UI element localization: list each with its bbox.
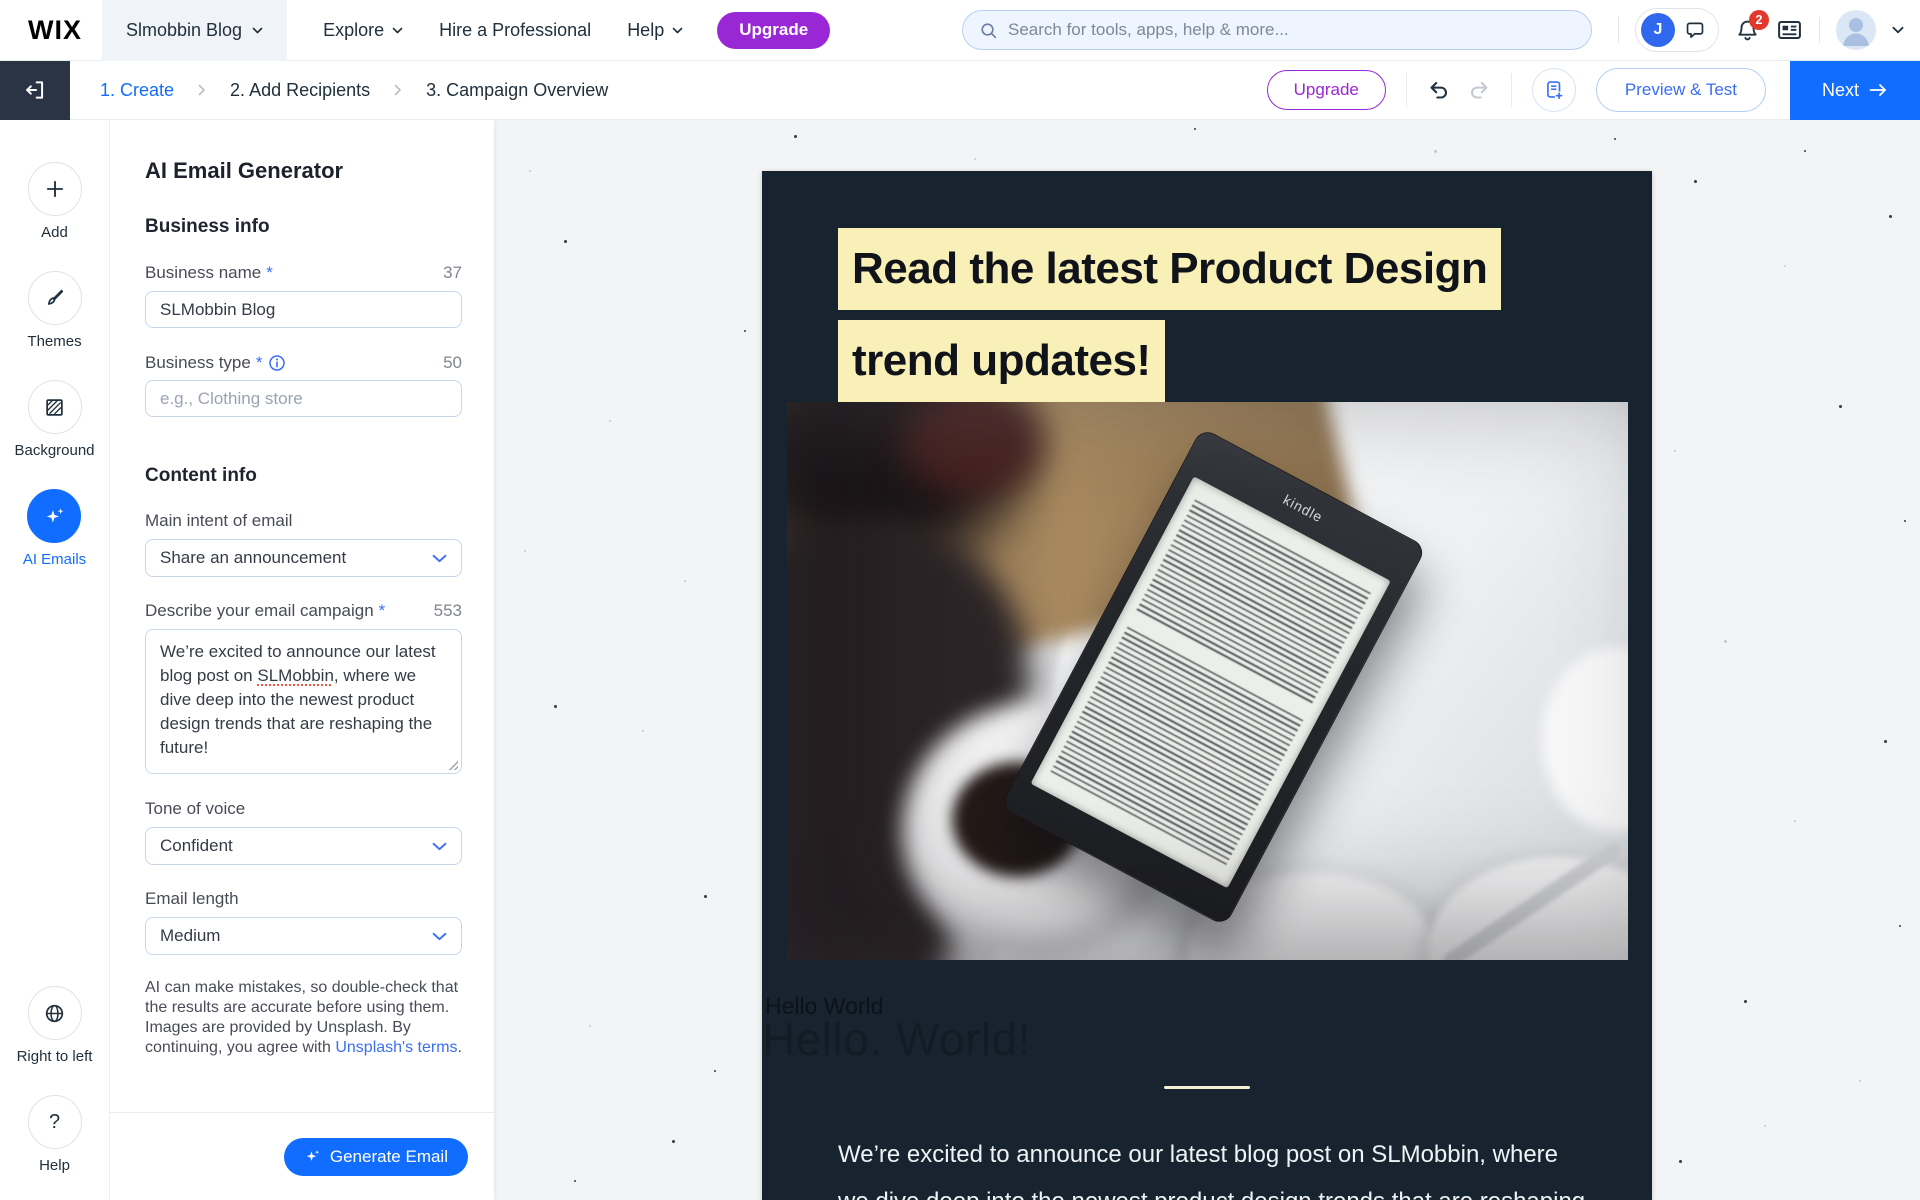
arrow-right-icon bbox=[1869, 83, 1888, 97]
step-create[interactable]: 1. Create bbox=[100, 80, 174, 101]
chevron-down-icon bbox=[672, 27, 683, 34]
panel-footer: Generate Email bbox=[110, 1112, 494, 1200]
notification-badge: 2 bbox=[1749, 10, 1769, 30]
notifications-bell[interactable]: 2 bbox=[1735, 18, 1760, 43]
chevron-down-icon bbox=[252, 27, 263, 34]
email-divider[interactable] bbox=[1164, 1086, 1250, 1089]
paintbrush-icon bbox=[28, 271, 82, 325]
required-asterisk: * bbox=[379, 601, 386, 621]
nav-explore[interactable]: Explore bbox=[323, 20, 403, 41]
nav-help[interactable]: Help bbox=[627, 20, 683, 41]
business-type-label-row: Business type * 50 bbox=[145, 353, 462, 373]
inbox-pill[interactable]: J bbox=[1635, 8, 1719, 52]
chevron-right-icon bbox=[394, 84, 402, 96]
tone-label: Tone of voice bbox=[145, 799, 462, 819]
site-name-menu[interactable]: Slmobbin Blog bbox=[102, 0, 287, 61]
business-name-input[interactable] bbox=[145, 291, 462, 328]
news-icon[interactable] bbox=[1776, 18, 1803, 42]
rail-item-ai-emails[interactable]: AI Emails bbox=[23, 489, 86, 568]
upgrade-button-toolbar[interactable]: Upgrade bbox=[1267, 70, 1386, 110]
tone-of-voice-select[interactable]: Confident bbox=[145, 827, 462, 865]
search-input[interactable] bbox=[1008, 20, 1575, 40]
char-counter: 37 bbox=[443, 263, 462, 283]
email-title-line[interactable]: trend updates! bbox=[838, 320, 1165, 402]
breadcrumb: 1. Create 2. Add Recipients 3. Campaign … bbox=[100, 80, 608, 101]
plus-icon bbox=[28, 162, 82, 216]
business-info-heading: Business info bbox=[145, 216, 462, 238]
globe-icon bbox=[28, 986, 82, 1040]
divider bbox=[1819, 17, 1820, 43]
editor-left-rail: Add Themes Background AI Emails Right t bbox=[0, 120, 110, 1200]
rail-item-background[interactable]: Background bbox=[14, 380, 94, 459]
char-counter: 553 bbox=[434, 601, 462, 621]
chevron-down-icon bbox=[432, 842, 447, 851]
sparkle-icon bbox=[304, 1148, 321, 1165]
chevron-down-icon[interactable] bbox=[1892, 26, 1904, 34]
divider bbox=[1406, 73, 1407, 107]
nav-hire-a-professional[interactable]: Hire a Professional bbox=[439, 20, 591, 41]
step-campaign-overview[interactable]: 3. Campaign Overview bbox=[426, 80, 608, 101]
info-icon[interactable] bbox=[268, 354, 286, 372]
global-search[interactable] bbox=[962, 10, 1592, 50]
email-length-label: Email length bbox=[145, 889, 462, 909]
wix-logo[interactable]: WIX bbox=[28, 15, 82, 46]
email-length-select[interactable]: Medium bbox=[145, 917, 462, 955]
account-avatar[interactable] bbox=[1836, 10, 1876, 50]
rail-item-right-to-left[interactable]: Right to left bbox=[17, 986, 93, 1065]
chevron-right-icon bbox=[198, 84, 206, 96]
rail-item-help[interactable]: ? Help bbox=[28, 1095, 82, 1174]
chevron-down-icon bbox=[392, 27, 403, 34]
chevron-down-icon bbox=[432, 932, 447, 941]
preview-test-button[interactable]: Preview & Test bbox=[1596, 68, 1766, 112]
describe-label-row: Describe your email campaign * 553 bbox=[145, 601, 462, 621]
unsplash-terms-link[interactable]: Unsplash's terms bbox=[335, 1039, 457, 1056]
divider bbox=[1511, 73, 1512, 107]
upgrade-button-topbar[interactable]: Upgrade bbox=[717, 12, 830, 49]
char-counter: 50 bbox=[443, 353, 462, 373]
rail-item-add[interactable]: Add bbox=[28, 162, 82, 241]
topbar-right-icons: J 2 bbox=[1618, 8, 1904, 52]
background-pattern-icon bbox=[28, 380, 82, 434]
editor-toolbar: 1. Create 2. Add Recipients 3. Campaign … bbox=[0, 61, 1920, 120]
main-intent-label: Main intent of email bbox=[145, 511, 462, 531]
exit-editor-button[interactable] bbox=[0, 61, 70, 120]
avatar: J bbox=[1641, 13, 1675, 47]
email-title-line[interactable]: Read the latest Product Design bbox=[838, 228, 1501, 310]
editor-stage: Read the latest Product Design trend upd… bbox=[494, 120, 1920, 1200]
ai-email-generator-panel: AI Email Generator Business info Busines… bbox=[110, 120, 494, 1200]
divider bbox=[1618, 17, 1619, 43]
redo-icon[interactable] bbox=[1468, 79, 1491, 102]
ai-disclaimer: AI can make mistakes, so double-check th… bbox=[145, 978, 462, 1058]
email-body-text[interactable]: We’re excited to announce our latest blo… bbox=[838, 1131, 1586, 1200]
business-type-input[interactable] bbox=[145, 380, 462, 417]
search-icon bbox=[979, 21, 998, 40]
chevron-down-icon bbox=[432, 554, 447, 563]
main-intent-select[interactable]: Share an announcement bbox=[145, 539, 462, 577]
describe-campaign-textarea[interactable]: We’re excited to announce our latest blo… bbox=[145, 629, 462, 774]
chat-icon bbox=[1684, 20, 1706, 40]
photo-vignette bbox=[787, 402, 1628, 960]
top-navbar: WIX Slmobbin Blog Explore Hire a Profess… bbox=[0, 0, 1920, 61]
required-asterisk: * bbox=[256, 353, 263, 373]
undo-icon[interactable] bbox=[1427, 79, 1450, 102]
step-add-recipients[interactable]: 2. Add Recipients bbox=[230, 80, 370, 101]
misspelled-word: SLMobbin bbox=[257, 666, 334, 685]
site-name-label: Slmobbin Blog bbox=[126, 20, 242, 41]
ai-sparkles-icon bbox=[27, 489, 81, 543]
content-info-heading: Content info bbox=[145, 465, 462, 487]
toolbar-actions: Upgrade Preview & Test Next bbox=[1267, 61, 1920, 119]
email-canvas[interactable]: Read the latest Product Design trend upd… bbox=[762, 171, 1652, 1200]
email-image-kindle[interactable]: kindle bbox=[787, 402, 1628, 960]
email-title-block[interactable]: Read the latest Product Design trend upd… bbox=[838, 228, 1501, 412]
question-mark-icon: ? bbox=[28, 1095, 82, 1149]
save-template-button[interactable] bbox=[1532, 68, 1576, 112]
email-heading-large[interactable]: Hello. World! bbox=[762, 1012, 1031, 1066]
next-button[interactable]: Next bbox=[1790, 61, 1920, 120]
panel-title: AI Email Generator bbox=[145, 158, 462, 184]
required-asterisk: * bbox=[266, 263, 273, 283]
business-name-label-row: Business name * 37 bbox=[145, 263, 462, 283]
generate-email-button[interactable]: Generate Email bbox=[284, 1138, 468, 1176]
rail-item-themes[interactable]: Themes bbox=[27, 271, 81, 350]
